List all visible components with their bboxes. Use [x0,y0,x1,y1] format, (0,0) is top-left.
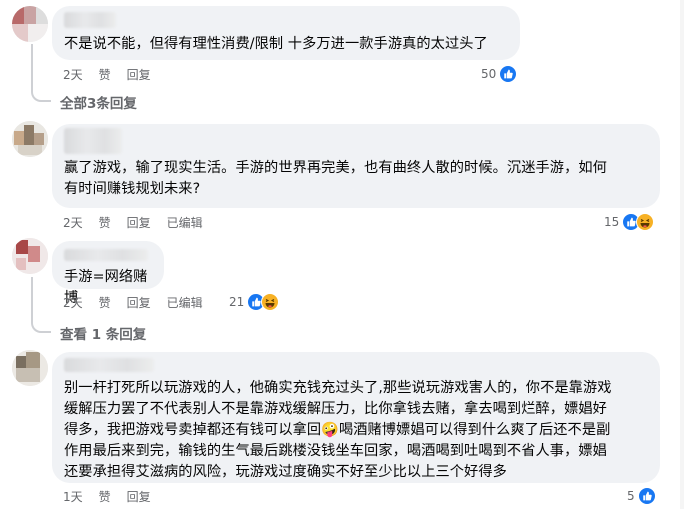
thread-line [31,44,33,92]
comment-time[interactable]: 2天 [63,214,83,231]
edited-label: 已编辑 [166,216,203,230]
comment-time[interactable]: 2天 [63,66,83,83]
comment-bubble: 不是说不能，但得有理性消费/限制 十多万进一款手游真的太过头了 [52,6,520,60]
reaction-summary[interactable]: 15 [604,213,655,231]
author-name-redacted[interactable] [64,358,154,372]
comment-bubble: 别一杆打死所以玩游戏的人，他确实充钱充过头了,那些说玩游戏害人的，你不是靠游戏 … [52,352,660,483]
comment-actions: 2天 赞 回复 已编辑 [63,214,219,231]
reaction-count: 5 [627,489,635,503]
comment-text: 不是说不能，但得有理性消费/限制 十多万进一款手游真的太过头了 [64,36,488,52]
author-name-redacted[interactable] [64,12,116,28]
edited-label: 已编辑 [166,296,203,310]
avatar[interactable] [12,6,48,42]
haha-icon [636,213,655,231]
like-button[interactable]: 赞 [99,294,111,311]
reply-connector [31,88,51,102]
reaction-count: 21 [229,295,245,309]
scrollbar[interactable] [680,0,684,509]
like-button[interactable]: 赞 [99,488,111,505]
reaction-summary[interactable]: 5 [627,487,656,505]
reaction-count: 15 [604,215,620,229]
like-icon [637,487,656,505]
reply-connector [31,319,51,333]
reply-button[interactable]: 回复 [127,214,151,231]
reaction-summary[interactable]: 50 [481,65,518,83]
reply-button[interactable]: 回复 [127,488,151,505]
comment-actions: 1天 赞 回复 [63,488,167,505]
like-icon [499,65,518,83]
comment-time[interactable]: 2天 [63,294,83,311]
comment-text: 赢了游戏，输了现实生活。手游的世界再完美，也有曲终人散的时候。沉迷手游，如何 有… [64,160,607,197]
thread-line [31,277,33,323]
like-button[interactable]: 赞 [99,214,111,231]
avatar[interactable] [12,350,48,386]
like-button[interactable]: 赞 [99,66,111,83]
view-all-replies-link[interactable]: 全部3条回复 [60,92,137,112]
haha-icon [261,293,280,311]
comment-time[interactable]: 1天 [63,488,83,505]
author-name-redacted[interactable] [64,128,122,154]
view-replies-link[interactable]: 查看 1 条回复 [60,323,146,343]
avatar[interactable] [12,121,48,157]
reaction-count: 50 [481,67,497,81]
comment-bubble: 赢了游戏，输了现实生活。手游的世界再完美，也有曲终人散的时候。沉迷手游，如何 有… [52,124,660,208]
comment-text: 别一杆打死所以玩游戏的人，他确实充钱充过头了,那些说玩游戏害人的，你不是靠游戏 … [64,380,612,480]
comment-actions: 2天 赞 回复 已编辑 [63,294,219,311]
comment-actions: 2天 赞 回复 [63,66,167,83]
comment-bubble: 手游=网络赌博 [52,241,164,306]
author-name-redacted[interactable] [64,249,148,261]
reply-button[interactable]: 回复 [127,66,151,83]
reaction-summary[interactable]: 21 [229,293,280,311]
reply-button[interactable]: 回复 [127,294,151,311]
avatar[interactable] [12,238,48,274]
